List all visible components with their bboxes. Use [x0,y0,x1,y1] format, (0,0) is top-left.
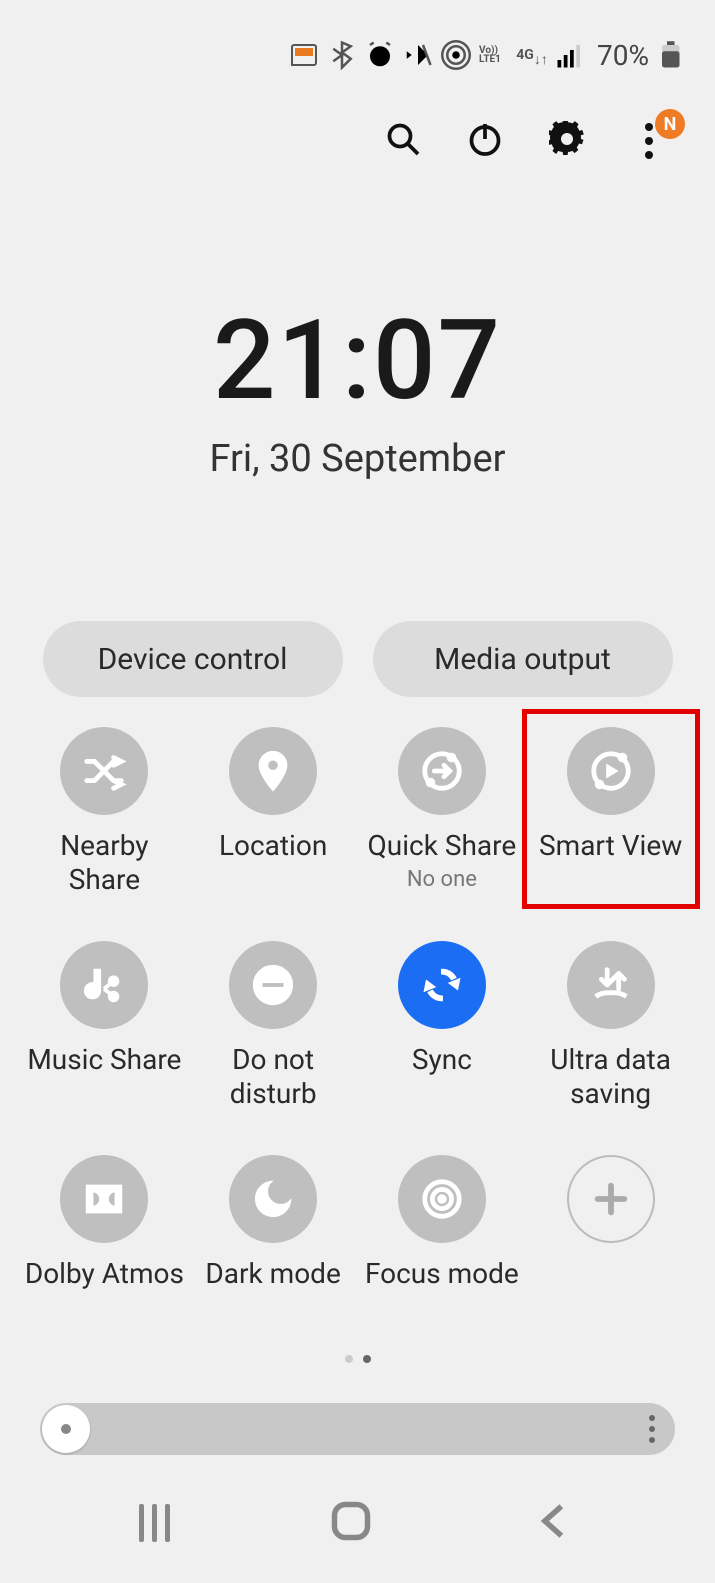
page-dot-1[interactable] [363,1355,371,1363]
tile-label: Smart View [539,829,682,863]
tile-label: Sync [412,1043,472,1077]
tile-label: Dark mode [205,1257,340,1291]
tile-dolby[interactable]: Dolby Atmos [20,1155,189,1345]
search-icon[interactable] [385,121,421,161]
nav-home-button[interactable] [329,1499,373,1547]
page-dot-0[interactable] [345,1355,353,1363]
control-pills: Device control Media output [0,621,715,697]
tile-focus-mode[interactable]: Focus mode [358,1155,527,1345]
tile-nearby-share[interactable]: Nearby Share [20,727,189,917]
network-type: 4G↓↑ [517,40,547,70]
bluetooth-icon [327,40,357,70]
media-output-button[interactable]: Media output [373,621,673,697]
alarm-icon [365,40,395,70]
tile-location[interactable]: Location [189,727,358,917]
dark-mode-icon[interactable] [229,1155,317,1243]
tile-label: Quick Share [368,829,517,863]
brightness-menu-icon[interactable] [649,1415,655,1443]
quick-share-icon[interactable] [398,727,486,815]
clock-date: Fri, 30 September [0,437,715,481]
hotspot-icon [441,40,471,70]
tile-label: Location [219,829,327,863]
clock-time: 21:07 [0,296,715,425]
tile-dark-mode[interactable]: Dark mode [189,1155,358,1345]
tile-label: Focus mode [365,1257,519,1291]
quick-settings-grid: Nearby Share Location Quick Share No one Sma… [0,697,715,1345]
nearby-share-icon[interactable] [60,727,148,815]
location-icon[interactable] [229,727,317,815]
cast-icon [289,40,319,70]
vibrate-icon [403,40,433,70]
clock-area: 21:07 Fri, 30 September [0,296,715,481]
account-avatar-badge[interactable]: N [655,109,685,139]
tile-smart-view[interactable]: Smart View [526,727,695,917]
focus-mode-icon[interactable] [398,1155,486,1243]
tile-label: Ultra data saving [531,1043,691,1111]
power-icon[interactable] [467,121,503,161]
dolby-icon[interactable] [60,1155,148,1243]
device-control-button[interactable]: Device control [43,621,343,697]
navigation-bar [0,1463,715,1583]
ultra-data-icon[interactable] [567,941,655,1029]
nav-recents-button[interactable] [139,1504,170,1542]
volte-indicator: Vo)) LTE1 [479,40,509,70]
sync-icon[interactable] [398,941,486,1029]
settings-gear-icon[interactable] [549,121,585,161]
brightness-slider[interactable] [40,1403,675,1455]
tile-music-share[interactable]: Music Share [20,941,189,1131]
tile-label: Do not disturb [193,1043,353,1111]
brightness-thumb[interactable] [42,1405,90,1453]
dnd-icon[interactable] [229,941,317,1029]
tile-sublabel: No one [407,867,477,892]
music-share-icon[interactable] [60,941,148,1029]
tile-add-tile[interactable] [526,1155,695,1345]
status-bar: Vo)) LTE1 4G↓↑ 70% [0,0,715,86]
more-options-icon[interactable]: N [631,123,667,159]
tile-label: Dolby Atmos [25,1257,184,1291]
battery-icon [657,40,687,70]
tile-label: Music Share [27,1043,181,1077]
signal-icon [555,40,585,70]
add-tile-icon[interactable] [567,1155,655,1243]
tile-ultra-data[interactable]: Ultra data saving [526,941,695,1131]
smart-view-icon[interactable] [567,727,655,815]
tile-label: Nearby Share [24,829,184,897]
tile-quick-share[interactable]: Quick Share No one [358,727,527,917]
panel-action-bar: N [0,86,715,166]
tile-dnd[interactable]: Do not disturb [189,941,358,1131]
tile-sync[interactable]: Sync [358,941,527,1131]
battery-percentage: 70% [597,39,649,72]
page-indicator[interactable] [0,1355,715,1363]
nav-back-button[interactable] [532,1499,576,1547]
